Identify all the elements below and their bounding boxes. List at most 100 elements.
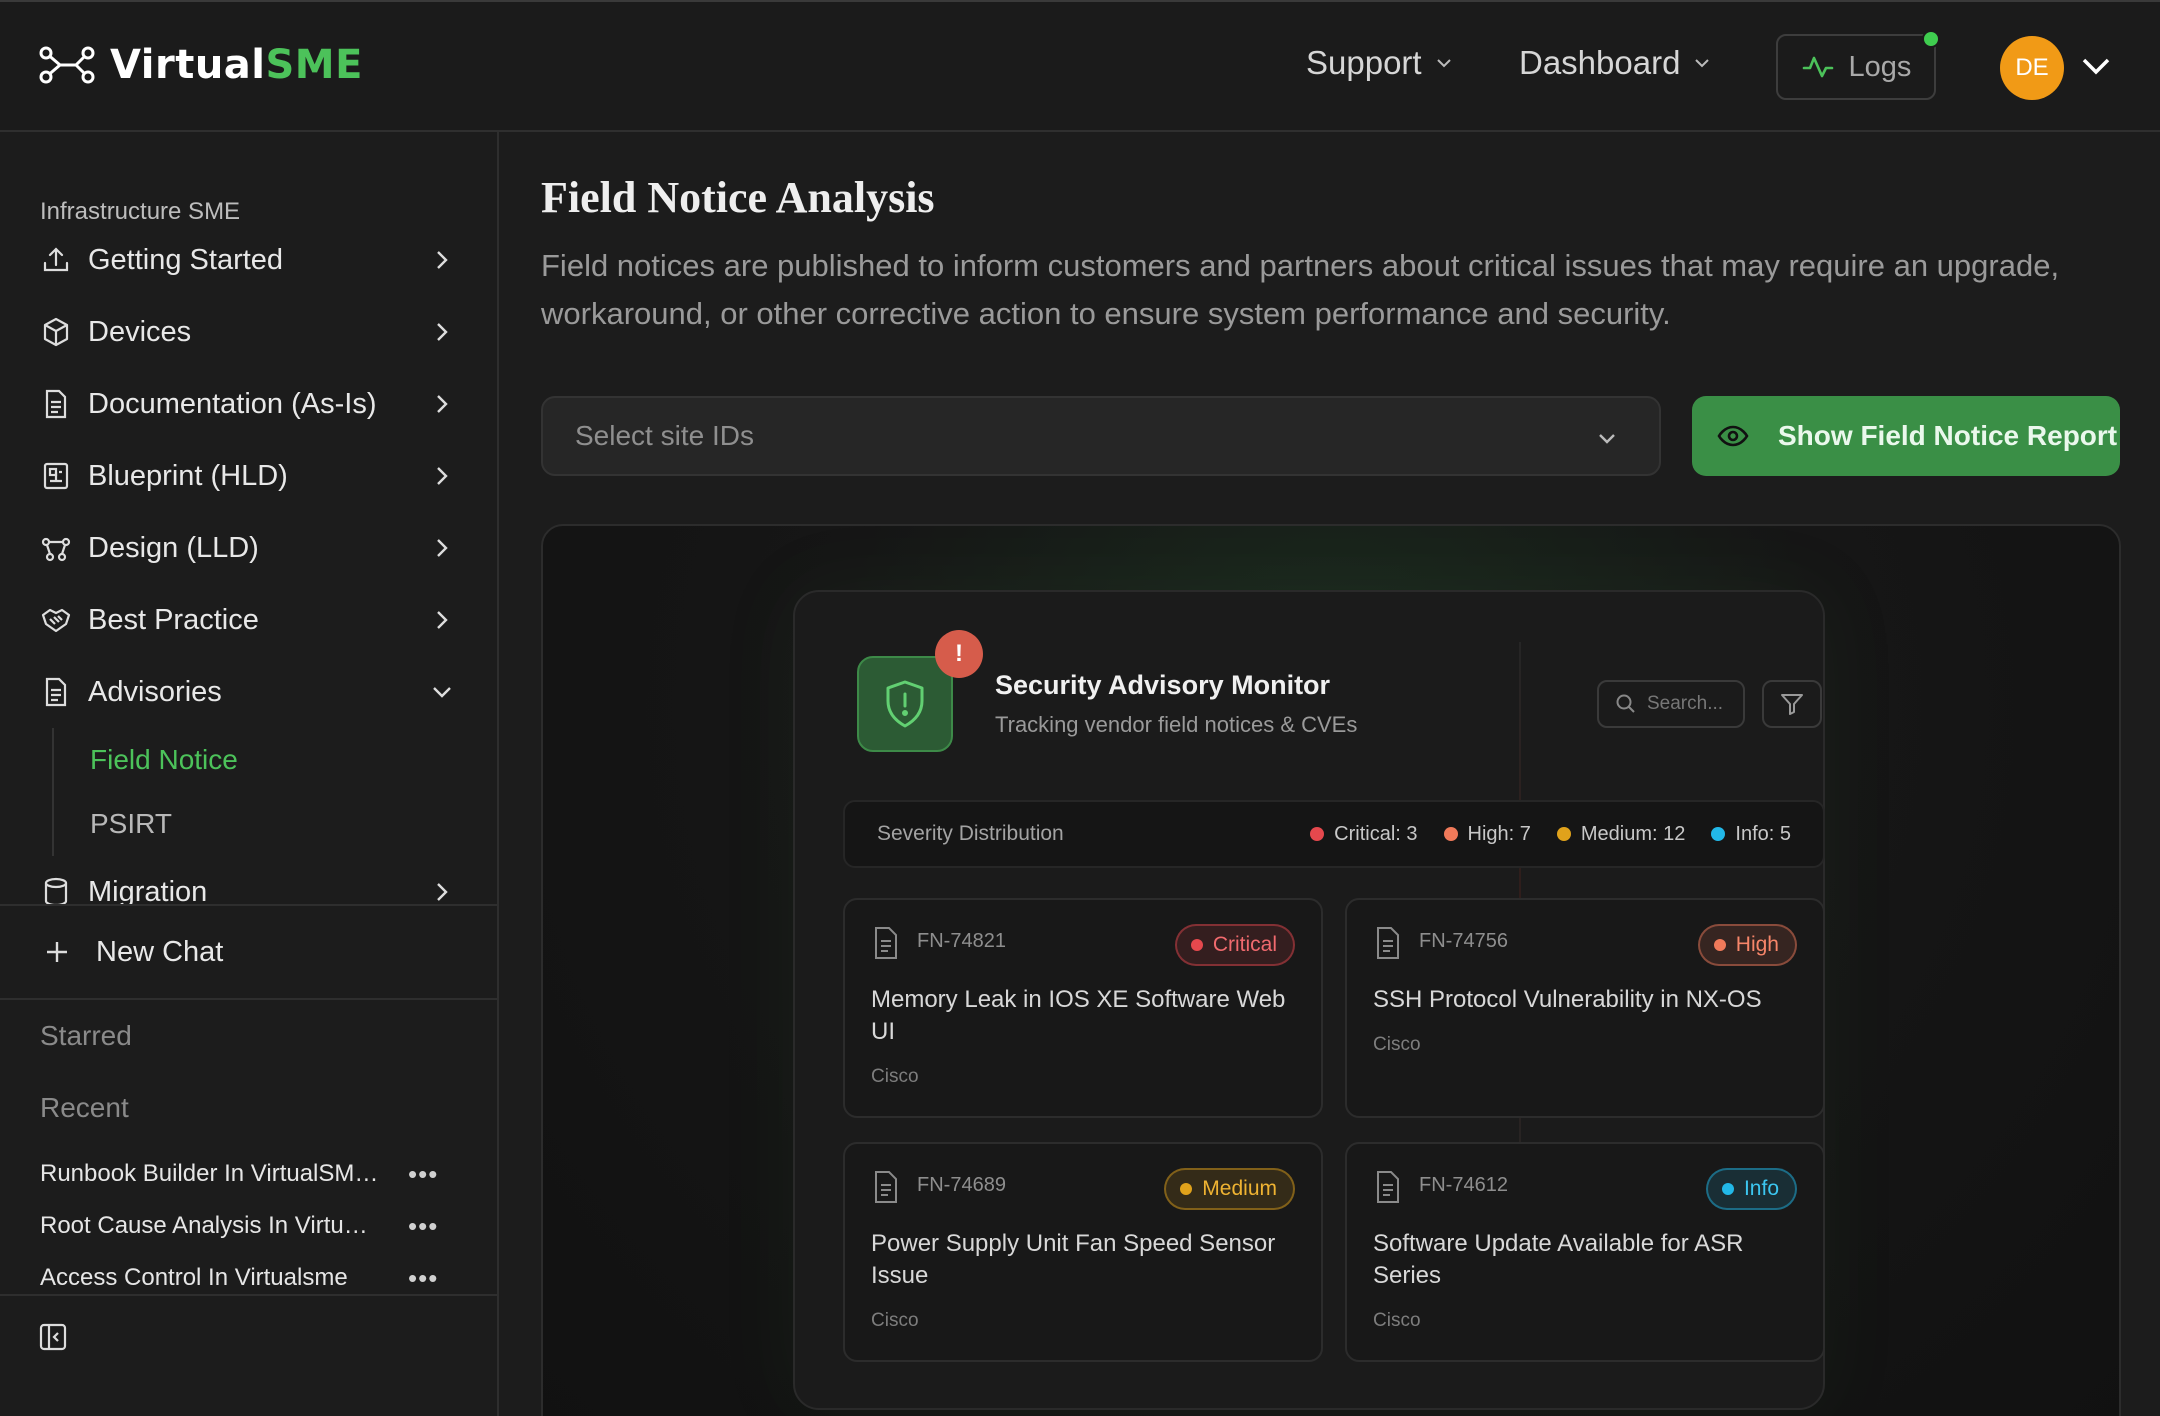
field-notice-card[interactable]: FN-74689 Medium Power Supply Unit Fan Sp… [843,1142,1323,1362]
alert-badge: ! [935,630,983,678]
new-chat-button[interactable]: New Chat [0,904,497,1000]
recent-heading: Recent [40,1092,129,1123]
logo[interactable]: VirtualSME [38,42,363,88]
sidebar-subitem-field-notice[interactable]: Field Notice [54,728,497,792]
database-icon [44,877,68,904]
field-notice-card[interactable]: FN-74612 Info Software Update Available … [1345,1142,1825,1362]
chevron-down-icon [1599,434,1615,444]
notice-vendor: Cisco [1373,1034,1421,1055]
sidebar-item-label: Devices [88,315,192,348]
monitor-subtitle: Tracking vendor field notices & CVEs [995,712,1358,737]
chevron-right-icon [437,323,448,341]
file-icon [1377,927,1399,959]
show-report-button[interactable]: Show Field Notice Report [1692,396,2120,476]
sidebar-item-label: Best Practice [88,603,259,636]
account-chevron-icon[interactable] [2080,54,2112,78]
severity-legend: Critical: 3 High: 7 Medium: 12 Info: 5 [1310,802,1791,866]
more-options-icon[interactable]: ••• [408,1263,438,1294]
sidebar-item-label: Documentation (As-Is) [88,387,377,420]
cube-icon [43,317,69,347]
severity-distribution: Severity Distribution Critical: 3 High: … [843,800,1825,868]
severity-badge: High [1697,924,1797,966]
sidebar-item-best-practice[interactable]: Best Practice [0,584,497,656]
more-options-icon[interactable]: ••• [408,1159,438,1190]
sidebar-item-label: Migration [88,875,208,905]
notice-title: SSH Protocol Vulnerability in NX-OS [1373,986,1762,1013]
chevron-right-icon [437,467,448,485]
blueprint-icon [43,462,69,490]
sidebar-item-blueprint[interactable]: Blueprint (HLD) [0,440,497,512]
page-description: Field notices are published to inform cu… [541,248,2060,331]
monitor-search-input[interactable]: Search... [1597,680,1745,728]
activity-icon [1801,50,1835,84]
shield-icon [857,656,953,752]
notice-vendor: Cisco [871,1310,919,1331]
logs-label: Logs [1848,50,1912,83]
notice-id: FN-74821 [917,930,1006,952]
sidebar-item-migration[interactable]: Migration [0,856,497,904]
advisory-monitor-card: ! Security Advisory Monitor Tracking ven… [793,590,1825,1410]
file-icon [875,1171,897,1203]
severity-high: High: 7 [1443,823,1531,846]
severity-critical: Critical: 3 [1310,823,1418,846]
document-icon [45,389,67,419]
sidebar-item-getting-started[interactable]: Getting Started [0,224,497,296]
sidebar: Infrastructure SME Getting Started Devic… [0,132,499,1416]
sidebar-item-design[interactable]: Design (LLD) [0,512,497,584]
main-content: Field Notice Analysis Field notices are … [501,134,2160,1416]
recent-chat-title: Runbook Builder In VirtualSME... [40,1160,380,1187]
severity-info: Info: 5 [1711,823,1791,846]
notice-id: FN-74612 [1419,1174,1508,1196]
eye-icon [1717,425,1749,447]
more-options-icon[interactable]: ••• [408,1211,438,1242]
support-menu-label: Support [1306,44,1422,81]
recent-chat-title: Access Control In Virtualsme [40,1264,348,1291]
support-menu[interactable]: Support [1306,44,1454,82]
file-icon [875,927,897,959]
sidebar-item-advisories[interactable]: Advisories [0,656,497,728]
sidebar-item-devices[interactable]: Devices [0,296,497,368]
sidebar-subitem-psirt[interactable]: PSIRT [54,792,497,856]
sidebar-footer [0,1294,497,1416]
sidebar-nav: Getting Started Devices Documentation (A… [0,224,497,904]
show-report-label: Show Field Notice Report [1778,420,2118,451]
filter-button[interactable] [1762,680,1822,728]
logs-button[interactable]: Logs [1776,30,1940,100]
notice-title: Power Supply Unit Fan Speed Sensor Issue [871,1230,1276,1289]
recent-chat-item[interactable]: Root Cause Analysis In Virtual... ••• [40,1206,460,1246]
severity-label: Severity Distribution [877,822,1064,845]
avatar[interactable]: DE [2000,36,2064,100]
chevron-down-icon [433,687,451,698]
site-id-select[interactable]: Select site IDs [541,396,1661,476]
severity-badge: Critical [1174,924,1295,966]
new-chat-label: New Chat [96,935,224,968]
notice-vendor: Cisco [1373,1310,1421,1331]
chevron-right-icon [437,395,448,413]
plus-icon [47,942,67,962]
brand-name: VirtualSME [110,42,363,88]
chevron-right-icon [437,883,448,901]
field-notice-card[interactable]: FN-74821 Critical Memory Leak in IOS XE … [843,898,1323,1118]
sidebar-item-documentation[interactable]: Documentation (As-Is) [0,368,497,440]
severity-badge: Medium [1164,1168,1295,1210]
severity-medium: Medium: 12 [1556,823,1685,846]
recent-chat-item[interactable]: Access Control In Virtualsme ••• [40,1258,460,1298]
starred-heading: Starred [40,1020,132,1051]
notice-id: FN-74689 [917,1174,1006,1196]
collapse-sidebar-icon[interactable] [38,1322,68,1352]
sidebar-item-label: Design (LLD) [88,531,259,564]
dashboard-menu[interactable]: Dashboard [1519,44,1712,82]
network-logo-icon [38,45,96,85]
notice-title: Software Update Available for ASR Series [1373,1230,1744,1289]
recent-chat-item[interactable]: Runbook Builder In VirtualSME... ••• [40,1154,460,1194]
handshake-icon [41,608,71,633]
sidebar-item-label: Getting Started [88,243,284,276]
top-bar: VirtualSME Support Dashboard Logs DE [0,0,2160,132]
upload-icon [43,247,69,272]
field-notice-card[interactable]: FN-74756 High SSH Protocol Vulnerability… [1345,898,1825,1118]
chevron-right-icon [437,539,448,557]
chevron-right-icon [437,611,448,629]
notice-title: Memory Leak in IOS XE Software Web UI [871,986,1286,1045]
sidebar-section-title: Infrastructure SME [40,198,241,225]
site-select-placeholder: Select site IDs [575,420,754,451]
